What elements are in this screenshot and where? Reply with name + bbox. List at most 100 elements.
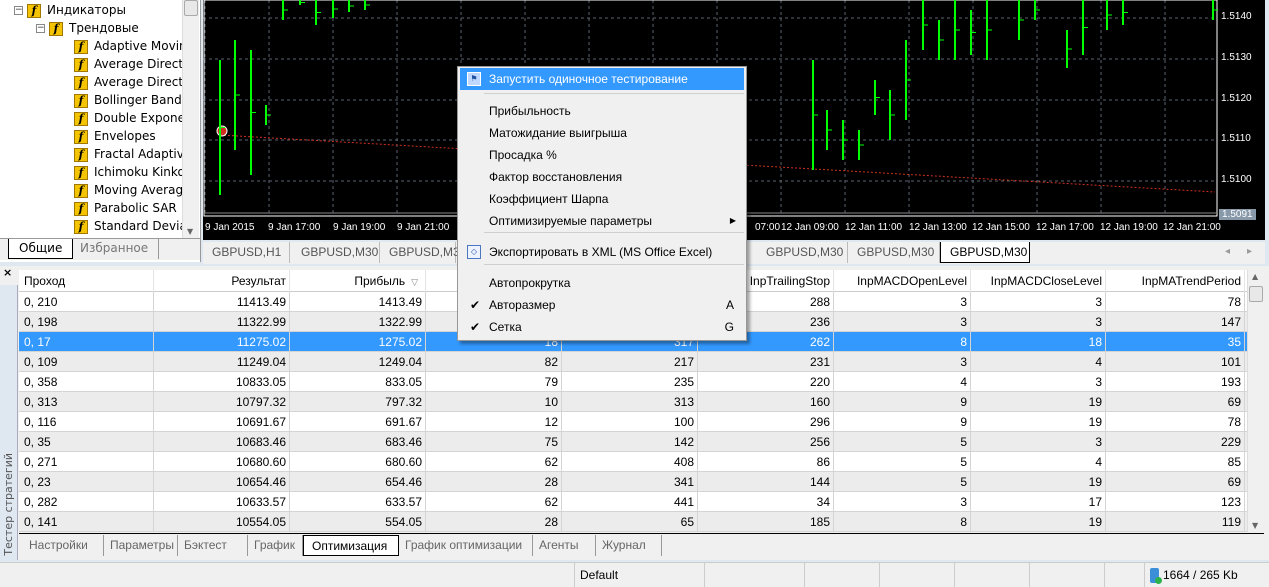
tester-tab[interactable]: График оптимизации bbox=[399, 535, 533, 556]
tabs-scroll-right-icon[interactable]: ▸ bbox=[1247, 246, 1252, 257]
table-cell: 100 bbox=[562, 412, 698, 432]
indicator-icon: f bbox=[74, 165, 88, 180]
close-panel-icon[interactable]: × bbox=[3, 266, 12, 279]
scroll-thumb[interactable] bbox=[184, 0, 198, 16]
table-cell: 185 bbox=[698, 512, 834, 532]
tree-item-indicator[interactable]: f Envelopes bbox=[74, 127, 182, 145]
table-cell: 3 bbox=[834, 492, 971, 512]
tester-tab[interactable]: Журнал bbox=[596, 535, 662, 556]
table-row[interactable]: 0, 271 10680.60 680.60 62 408 86 5 4 85 bbox=[19, 452, 1247, 472]
run-test-icon: ⚑ bbox=[467, 72, 481, 86]
menu-item[interactable]: Оптимизируемые параметры ▶ bbox=[460, 210, 744, 232]
menu-item[interactable]: ⚑ Запустить одиночное тестирование bbox=[460, 68, 744, 90]
panel-side-label: Тестер стратегий bbox=[0, 285, 18, 560]
tree-item-indicator[interactable]: f Standard Deviation bbox=[74, 217, 182, 235]
chart-tab[interactable]: GBPUSD,H1 bbox=[203, 242, 290, 263]
table-cell: 10 bbox=[426, 392, 562, 412]
column-header[interactable]: Прибыль ▽ bbox=[290, 270, 426, 292]
menu-item[interactable]: Матожидание выигрыша bbox=[460, 122, 744, 144]
tester-tab[interactable]: Оптимизация bbox=[303, 535, 399, 556]
menu-item[interactable]: Коэффициент Шарпа bbox=[460, 188, 744, 210]
table-row[interactable]: 0, 313 10797.32 797.32 10 313 160 9 19 69 bbox=[19, 392, 1247, 412]
table-cell: 217 bbox=[562, 352, 698, 372]
tester-tab[interactable]: Настройки bbox=[23, 535, 104, 556]
menu-item[interactable]: Автопрокрутка bbox=[460, 272, 744, 294]
table-cell: 5 bbox=[834, 452, 971, 472]
tree-item-indicator[interactable]: f Average Directional Movement Index bbox=[74, 55, 182, 73]
chart-tab[interactable]: GBPUSD,M30 bbox=[757, 242, 848, 263]
table-cell: 62 bbox=[426, 492, 562, 512]
table-row[interactable]: 0, 141 10554.05 554.05 28 65 185 8 19 119 bbox=[19, 512, 1247, 532]
column-header[interactable]: Проход bbox=[19, 270, 154, 292]
collapse-icon[interactable]: − bbox=[36, 24, 45, 33]
tree-node-indicators[interactable]: − f Индикаторы bbox=[14, 1, 126, 19]
table-cell: 11249.04 bbox=[154, 352, 290, 372]
tab-favorites[interactable]: Избранное bbox=[70, 239, 160, 259]
tester-tab[interactable]: График bbox=[248, 535, 303, 556]
column-header[interactable]: InpMACDOpenLevel bbox=[834, 270, 971, 292]
menu-item[interactable]: Фактор восстановления bbox=[460, 166, 744, 188]
current-price-label: 1.5091 bbox=[1219, 209, 1256, 220]
tree-item-indicator[interactable]: f Ichimoku Kinko Hyo bbox=[74, 163, 182, 181]
navigator-scrollbar[interactable]: ▼ bbox=[182, 0, 199, 238]
table-cell: 34 bbox=[698, 492, 834, 512]
table-cell: 193 bbox=[1106, 372, 1245, 392]
tester-tab[interactable]: Бэктест bbox=[178, 535, 248, 556]
chart-tab[interactable]: GBPUSD,M30 bbox=[940, 242, 1030, 263]
table-row[interactable]: 0, 282 10633.57 633.57 62 441 34 3 17 123 bbox=[19, 492, 1247, 512]
chart-tab[interactable]: GBPUSD,M30 bbox=[292, 242, 380, 263]
menu-item[interactable]: Прибыльность bbox=[460, 100, 744, 122]
table-row[interactable]: 0, 116 10691.67 691.67 12 100 296 9 19 78 bbox=[19, 412, 1247, 432]
table-cell: 144 bbox=[698, 472, 834, 492]
tree-item-label: Moving Average bbox=[94, 183, 182, 197]
scroll-down-icon[interactable]: ▼ bbox=[1252, 521, 1258, 530]
table-cell: 19 bbox=[971, 512, 1106, 532]
column-header[interactable]: Результат bbox=[154, 270, 290, 292]
menu-item[interactable]: ✔ Сетка G bbox=[460, 316, 744, 338]
time-axis-label: 12 Jan 19:00 bbox=[1100, 222, 1158, 233]
table-cell: 78 bbox=[1106, 292, 1245, 312]
table-row[interactable]: 0, 35 10683.46 683.46 75 142 256 5 3 229 bbox=[19, 432, 1247, 452]
tree-item-indicator[interactable]: f Parabolic SAR bbox=[74, 199, 182, 217]
connection-status[interactable]: 1664 / 265 Kb bbox=[1144, 563, 1269, 587]
table-cell: 1413.49 bbox=[290, 292, 426, 312]
tree-item-indicator[interactable]: f Adaptive Moving Average bbox=[74, 37, 182, 55]
tree-node-trend[interactable]: − f Трендовые bbox=[36, 19, 139, 37]
menu-item[interactable]: Просадка % bbox=[460, 144, 744, 166]
tree-item-indicator[interactable]: f Average Directional Movement Index Wild… bbox=[74, 73, 182, 91]
scroll-down-icon[interactable]: ▼ bbox=[187, 227, 193, 236]
table-cell: 10691.67 bbox=[154, 412, 290, 432]
indicator-icon: f bbox=[74, 75, 88, 90]
tree-item-indicator[interactable]: f Double Exponential Moving Average bbox=[74, 109, 182, 127]
table-cell: 313 bbox=[562, 392, 698, 412]
chart-tab[interactable]: GBPUSD,M3 bbox=[380, 242, 460, 263]
table-row[interactable]: 0, 109 11249.04 1249.04 82 217 231 3 4 101 bbox=[19, 352, 1247, 372]
tree-item-indicator[interactable]: f Fractal Adaptive Moving Average bbox=[74, 145, 182, 163]
scroll-thumb[interactable] bbox=[1249, 286, 1263, 302]
table-cell: 3 bbox=[971, 432, 1106, 452]
table-cell: 19 bbox=[971, 412, 1106, 432]
tabs-scroll-left-icon[interactable]: ◂ bbox=[1225, 246, 1230, 257]
menu-item[interactable]: ✔ Авторазмер A bbox=[460, 294, 744, 316]
column-header[interactable]: InpMATrendPeriod bbox=[1106, 270, 1245, 292]
scroll-up-icon[interactable]: ▲ bbox=[1252, 272, 1258, 281]
chart-tab[interactable]: GBPUSD,M30 bbox=[848, 242, 940, 263]
tree-item-label: Parabolic SAR bbox=[94, 201, 177, 215]
table-cell: 10554.05 bbox=[154, 512, 290, 532]
table-scrollbar[interactable]: ▲ ▼ bbox=[1247, 270, 1264, 532]
menu-item[interactable]: ◇ Экспортировать в XML (MS Office Excel) bbox=[460, 241, 744, 263]
time-axis-label: 12 Jan 17:00 bbox=[1036, 222, 1094, 233]
tree-item-indicator[interactable]: f Moving Average bbox=[74, 181, 182, 199]
table-cell: 3 bbox=[834, 312, 971, 332]
table-row[interactable]: 0, 358 10833.05 833.05 79 235 220 4 3 193 bbox=[19, 372, 1247, 392]
profile-status: Default bbox=[574, 563, 704, 587]
tree-node-label: Индикаторы bbox=[47, 3, 126, 17]
column-header[interactable]: InpMACDCloseLevel bbox=[971, 270, 1106, 292]
tester-tab[interactable]: Параметры bbox=[104, 535, 178, 556]
tab-general[interactable]: Общие bbox=[8, 239, 74, 259]
tree-item-indicator[interactable]: f Bollinger Bands bbox=[74, 91, 182, 109]
table-row[interactable]: 0, 23 10654.46 654.46 28 341 144 5 19 69 bbox=[19, 472, 1247, 492]
tester-tab[interactable]: Агенты bbox=[533, 535, 596, 556]
collapse-icon[interactable]: − bbox=[14, 6, 23, 15]
table-cell: 28 bbox=[426, 512, 562, 532]
